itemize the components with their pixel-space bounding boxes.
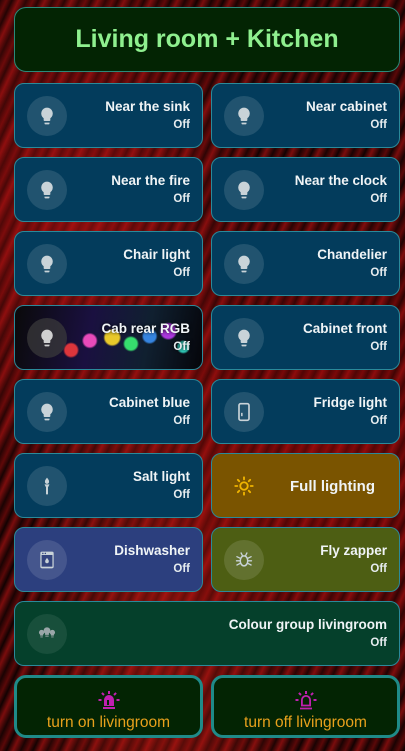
lightbulb-icon: [224, 170, 264, 210]
tile-near-cabinet[interactable]: Near cabinet Off: [211, 83, 400, 148]
tile-dishwasher[interactable]: Dishwasher Off: [14, 527, 203, 592]
tile-name: Colour group livingroom: [228, 617, 387, 632]
tile-name: Fridge light: [313, 395, 388, 410]
lightbulb-icon: [27, 96, 67, 136]
lightbulb-icon: [27, 244, 67, 284]
tile-state: Off: [370, 267, 387, 279]
tile-name: Fly zapper: [320, 543, 387, 558]
tile-state: Off: [173, 415, 190, 427]
tile-salt-light[interactable]: Salt light Off: [14, 453, 203, 518]
lightbulb-group-icon: [27, 614, 67, 654]
alarm-light-outline-icon: [295, 691, 316, 710]
tile-name: Near cabinet: [305, 99, 387, 114]
tile-fly-zapper[interactable]: Fly zapper Off: [211, 527, 400, 592]
button-label: turn off livingroom: [244, 714, 367, 731]
tile-full-lighting[interactable]: Full lighting: [211, 453, 400, 518]
tile-state: Off: [370, 637, 387, 649]
bug-icon: [224, 540, 264, 580]
lightbulb-icon: [224, 318, 264, 358]
tile-state: Off: [370, 563, 387, 575]
tile-name: Chair light: [123, 247, 190, 262]
turn-off-livingroom-button[interactable]: turn off livingroom: [211, 675, 400, 738]
lightbulb-icon: [27, 392, 67, 432]
page-title: Living room + Kitchen: [75, 25, 339, 53]
tile-name: Chandelier: [317, 247, 387, 262]
turn-on-livingroom-button[interactable]: turn on livingroom: [14, 675, 203, 738]
tile-near-the-fire[interactable]: Near the fire Off: [14, 157, 203, 222]
alarm-light-icon: [98, 691, 119, 709]
lightbulb-icon: [27, 318, 67, 358]
tile-state: Off: [173, 341, 190, 353]
tile-name: Full lighting: [290, 478, 375, 495]
tile-state: Off: [370, 119, 387, 131]
tile-name: Cabinet blue: [108, 395, 190, 410]
tile-name: Near the sink: [105, 99, 190, 114]
tile-chandelier[interactable]: Chandelier Off: [211, 231, 400, 296]
tile-name: Near the clock: [294, 173, 387, 188]
tile-fridge-light[interactable]: Fridge light Off: [211, 379, 400, 444]
tile-state: Off: [370, 341, 387, 353]
lightbulb-icon: [27, 170, 67, 210]
tile-colour-group-livingroom[interactable]: Colour group livingroom Off: [14, 601, 400, 666]
tile-cabinet-blue[interactable]: Cabinet blue Off: [14, 379, 203, 444]
tile-state: Off: [173, 563, 190, 575]
dishwasher-icon: [27, 540, 67, 580]
lightbulb-icon: [224, 244, 264, 284]
tile-name: Salt light: [133, 469, 190, 484]
tile-cabinet-front[interactable]: Cabinet front Off: [211, 305, 400, 370]
tile-state: Off: [173, 267, 190, 279]
sun-icon: [224, 466, 264, 506]
tile-cab-rear-rgb[interactable]: Cab rear RGB Off: [14, 305, 203, 370]
fridge-icon: [224, 392, 264, 432]
tile-name: Cab rear RGB: [101, 321, 190, 336]
lightbulb-icon: [224, 96, 264, 136]
torch-icon: [27, 466, 67, 506]
tile-state: Off: [173, 193, 190, 205]
tile-chair-light[interactable]: Chair light Off: [14, 231, 203, 296]
tile-state: Off: [370, 193, 387, 205]
button-label: turn on livingroom: [46, 714, 171, 731]
tile-near-the-clock[interactable]: Near the clock Off: [211, 157, 400, 222]
tile-name: Near the fire: [111, 173, 190, 188]
tile-name: Dishwasher: [114, 543, 190, 558]
tile-state: Off: [370, 415, 387, 427]
page-title-card: Living room + Kitchen: [14, 7, 400, 72]
tile-near-the-sink[interactable]: Near the sink Off: [14, 83, 203, 148]
tile-state: Off: [173, 119, 190, 131]
tile-state: Off: [173, 489, 190, 501]
tile-name: Cabinet front: [303, 321, 387, 336]
